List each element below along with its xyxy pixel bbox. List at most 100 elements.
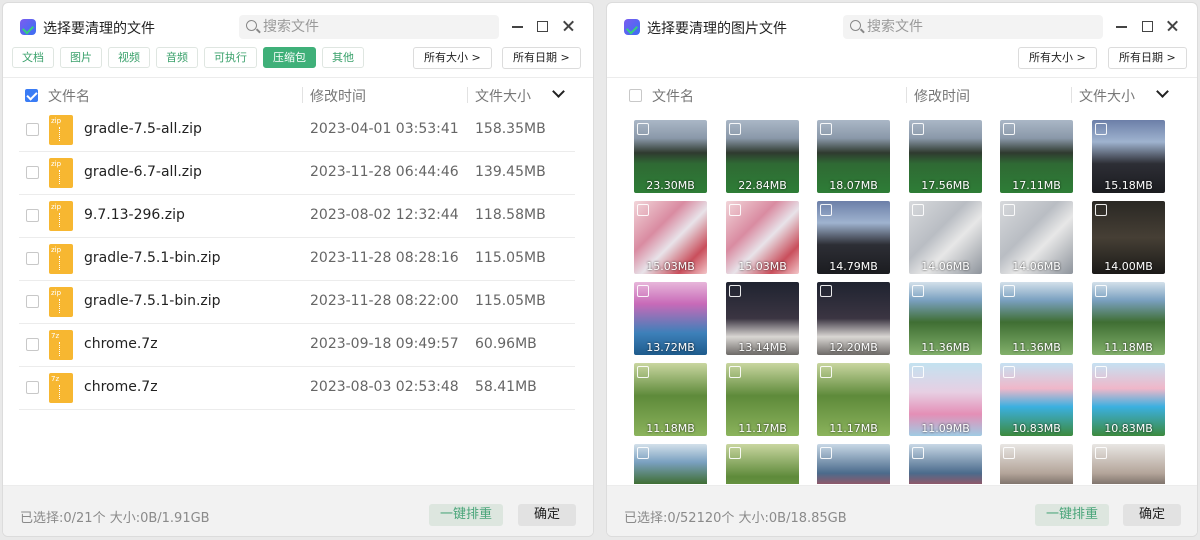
filter-documents[interactable]: 文档 [12,47,54,68]
search-box[interactable] [843,15,1103,39]
search-input[interactable] [867,17,1097,37]
close-icon[interactable] [560,17,578,35]
row-checkbox[interactable] [26,295,39,308]
row-checkbox[interactable] [26,123,39,136]
thumbnail-checkbox[interactable] [912,204,924,216]
select-all-checkbox[interactable] [629,89,642,102]
thumbnail-checkbox[interactable] [1095,123,1107,135]
thumbnail-checkbox[interactable] [637,285,649,297]
image-thumbnail[interactable]: 17.11MB [1000,120,1073,193]
column-name[interactable]: 文件名 [48,86,90,106]
dedupe-button[interactable]: 一键排重 [1035,504,1109,526]
date-filter-button[interactable]: 所有日期 > [1108,47,1187,69]
image-thumbnail[interactable]: 15.03MB [634,201,707,274]
table-row[interactable]: zip gradle-7.5.1-bin.zip 2023-11-28 08:2… [19,238,575,281]
image-thumbnail[interactable]: 17.56MB [909,120,982,193]
image-thumbnail[interactable]: 10.83MB [1000,363,1073,436]
thumbnail-checkbox[interactable] [1003,123,1015,135]
maximize-icon[interactable] [1138,17,1156,35]
thumbnail-checkbox[interactable] [820,204,832,216]
image-thumbnail[interactable]: 14.06MB [1000,201,1073,274]
image-thumbnail[interactable]: 11.17MB [817,363,890,436]
thumbnail-checkbox[interactable] [637,447,649,459]
thumbnail-checkbox[interactable] [912,285,924,297]
image-thumbnail[interactable]: 11.36MB [1000,282,1073,355]
thumbnail-checkbox[interactable] [729,366,741,378]
minimize-icon[interactable] [1113,17,1131,35]
row-checkbox[interactable] [26,381,39,394]
image-thumbnail[interactable]: 11.18MB [634,363,707,436]
thumbnail-checkbox[interactable] [820,447,832,459]
image-thumbnail[interactable]: 12.20MB [817,282,890,355]
image-thumbnail[interactable] [634,444,707,484]
table-row[interactable]: 7z chrome.7z 2023-09-18 09:49:57 60.96MB [19,324,575,367]
image-thumbnail[interactable]: 11.17MB [726,363,799,436]
image-thumbnail[interactable]: 14.00MB [1092,201,1165,274]
date-filter-button[interactable]: 所有日期 > [502,47,581,69]
filter-videos[interactable]: 视频 [108,47,150,68]
filter-other[interactable]: 其他 [322,47,364,68]
chevron-down-icon[interactable] [552,85,565,98]
column-name[interactable]: 文件名 [652,86,694,106]
close-icon[interactable] [1164,17,1182,35]
column-modified[interactable]: 修改时间 [310,86,366,106]
image-thumbnail[interactable] [726,444,799,484]
image-thumbnail[interactable]: 14.06MB [909,201,982,274]
thumbnail-checkbox[interactable] [1095,204,1107,216]
thumbnail-checkbox[interactable] [1095,285,1107,297]
thumbnail-checkbox[interactable] [820,285,832,297]
search-box[interactable] [239,15,499,39]
filter-audio[interactable]: 音频 [156,47,198,68]
select-all-checkbox[interactable] [25,89,38,102]
image-thumbnail[interactable] [909,444,982,484]
image-thumbnail[interactable]: 10.83MB [1092,363,1165,436]
minimize-icon[interactable] [509,17,527,35]
thumbnail-checkbox[interactable] [637,366,649,378]
thumbnail-checkbox[interactable] [729,285,741,297]
confirm-button[interactable]: 确定 [518,504,576,526]
image-thumbnail[interactable]: 14.79MB [817,201,890,274]
thumbnail-checkbox[interactable] [912,123,924,135]
image-thumbnail[interactable] [817,444,890,484]
maximize-icon[interactable] [533,17,551,35]
image-thumbnail[interactable]: 23.30MB [634,120,707,193]
image-thumbnail[interactable]: 13.14MB [726,282,799,355]
column-size[interactable]: 文件大小 [1079,86,1135,106]
search-input[interactable] [263,17,493,37]
thumbnail-checkbox[interactable] [637,204,649,216]
table-row[interactable]: zip gradle-7.5-all.zip 2023-04-01 03:53:… [19,109,575,152]
size-filter-button[interactable]: 所有大小 > [1018,47,1097,69]
column-size[interactable]: 文件大小 [475,86,531,106]
row-checkbox[interactable] [26,209,39,222]
thumbnail-checkbox[interactable] [729,123,741,135]
row-checkbox[interactable] [26,252,39,265]
thumbnail-checkbox[interactable] [1003,204,1015,216]
confirm-button[interactable]: 确定 [1123,504,1181,526]
chevron-down-icon[interactable] [1156,85,1169,98]
image-thumbnail[interactable] [1000,444,1073,484]
thumbnail-checkbox[interactable] [637,123,649,135]
thumbnail-checkbox[interactable] [729,447,741,459]
dedupe-button[interactable]: 一键排重 [429,504,503,526]
thumbnail-checkbox[interactable] [820,123,832,135]
thumbnail-checkbox[interactable] [1095,366,1107,378]
thumbnail-checkbox[interactable] [1095,447,1107,459]
image-thumbnail[interactable]: 13.72MB [634,282,707,355]
image-thumbnail[interactable]: 15.18MB [1092,120,1165,193]
thumbnail-checkbox[interactable] [1003,366,1015,378]
table-row[interactable]: zip gradle-7.5.1-bin.zip 2023-11-28 08:2… [19,281,575,324]
filter-executables[interactable]: 可执行 [204,47,257,68]
filter-images[interactable]: 图片 [60,47,102,68]
thumbnail-checkbox[interactable] [912,366,924,378]
table-row[interactable]: 7z chrome.7z 2023-08-03 02:53:48 58.41MB [19,367,575,410]
image-thumbnail[interactable]: 11.36MB [909,282,982,355]
table-row[interactable]: zip gradle-6.7-all.zip 2023-11-28 06:44:… [19,152,575,195]
column-modified[interactable]: 修改时间 [914,86,970,106]
image-thumbnail[interactable]: 22.84MB [726,120,799,193]
thumbnail-checkbox[interactable] [1003,285,1015,297]
image-thumbnail[interactable]: 11.09MB [909,363,982,436]
row-checkbox[interactable] [26,166,39,179]
image-thumbnail[interactable] [1092,444,1165,484]
thumbnail-checkbox[interactable] [1003,447,1015,459]
thumbnail-checkbox[interactable] [912,447,924,459]
